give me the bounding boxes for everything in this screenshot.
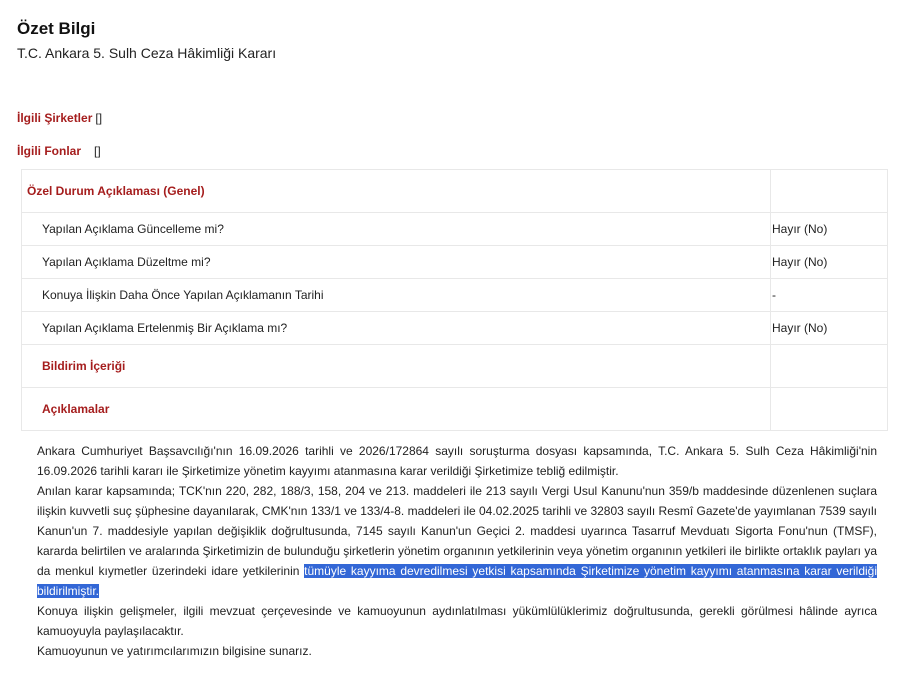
question-cell: Yapılan Açıklama Düzeltme mi? (21, 245, 771, 279)
explanation-body: Ankara Cumhuriyet Başsavcılığı'nın 16.09… (37, 441, 877, 661)
empty-cell (770, 344, 888, 388)
paragraph: Ankara Cumhuriyet Başsavcılığı'nın 16.09… (37, 444, 877, 478)
question-cell: Yapılan Açıklama Ertelenmiş Bir Açıklama… (21, 311, 771, 345)
answer-cell: Hayır (No) (770, 245, 888, 279)
related-funds: İlgili Fonlar [] (17, 144, 101, 158)
notification-content-label: Bildirim İçeriği (21, 344, 771, 388)
question-cell: Konuya İlişkin Daha Önce Yapılan Açıklam… (21, 278, 771, 312)
question-cell: Yapılan Açıklama Güncelleme mi? (21, 212, 771, 246)
table-header-row: Özel Durum Açıklaması (Genel) (21, 169, 888, 213)
answer-cell: Hayır (No) (770, 212, 888, 246)
explanations-row: Açıklamalar (21, 387, 888, 431)
page-subtitle: T.C. Ankara 5. Sulh Ceza Hâkimliği Karar… (17, 45, 277, 61)
section-title: Özel Durum Açıklaması (Genel) (21, 169, 771, 213)
related-funds-label: İlgili Fonlar (17, 144, 82, 158)
explanations-label: Açıklamalar (21, 387, 771, 431)
table-row: Konuya İlişkin Daha Önce Yapılan Açıklam… (21, 278, 888, 312)
table-row: Yapılan Açıklama Düzeltme mi? Hayır (No) (21, 245, 888, 279)
table-row: Yapılan Açıklama Güncelleme mi? Hayır (N… (21, 212, 888, 246)
table-row: Yapılan Açıklama Ertelenmiş Bir Açıklama… (21, 311, 888, 345)
related-funds-value: [] (94, 144, 101, 158)
notification-content-row: Bildirim İçeriği (21, 344, 888, 388)
related-companies-label: İlgili Şirketler (17, 111, 93, 125)
disclosure-table: Özel Durum Açıklaması (Genel) Yapılan Aç… (21, 169, 888, 431)
related-companies-value: [] (95, 111, 103, 125)
paragraph: Konuya ilişkin gelişmeler, ilgili mevzua… (37, 604, 877, 638)
answer-cell: - (770, 278, 888, 312)
empty-cell (770, 387, 888, 431)
page-title: Özet Bilgi (17, 19, 96, 38)
related-companies: İlgili Şirketler[] (17, 111, 102, 125)
paragraph: Anılan karar kapsamında; TCK'nın 220, 28… (37, 481, 877, 601)
paragraph: Kamuoyunun ve yatırımcılarımızın bilgisi… (37, 644, 312, 658)
empty-cell (770, 169, 888, 213)
answer-cell: Hayır (No) (770, 311, 888, 345)
